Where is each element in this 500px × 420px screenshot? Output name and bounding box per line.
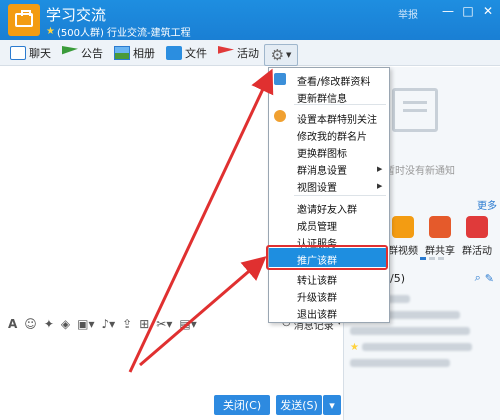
- profile-card-icon: [274, 73, 286, 85]
- close-button[interactable]: 关闭(C): [214, 395, 270, 415]
- tab-label: 文件: [185, 47, 207, 60]
- tab-announcement[interactable]: 公告: [62, 43, 103, 63]
- upload-icon[interactable]: ⇪: [122, 317, 132, 331]
- activity-flag-icon: [218, 46, 234, 54]
- report-link[interactable]: 举报: [398, 6, 418, 21]
- maximize-button[interactable]: □: [460, 4, 476, 18]
- menu-item-upgrade-group[interactable]: 升级该群: [297, 289, 337, 304]
- activity-icon: [466, 216, 488, 238]
- folder-icon: [166, 46, 182, 60]
- list-item[interactable]: [350, 326, 470, 337]
- announcement-icon: [62, 46, 78, 55]
- edit-icon[interactable]: ✎: [485, 272, 494, 285]
- music-icon[interactable]: ♪▾: [101, 317, 115, 331]
- submenu-arrow-icon: ▶: [377, 182, 383, 190]
- list-item[interactable]: ★: [350, 342, 473, 353]
- tab-label: 相册: [133, 47, 155, 60]
- font-icon[interactable]: A: [8, 317, 17, 331]
- attention-icon: [274, 110, 286, 122]
- more-tools-icon[interactable]: ▤▾: [179, 317, 196, 331]
- screenshot-icon[interactable]: ✂▾: [156, 317, 172, 331]
- settings-button[interactable]: ⚙ ▼: [264, 44, 298, 66]
- menu-item-edit-card[interactable]: 修改我的群名片: [297, 128, 367, 143]
- app-label: 群活动: [462, 246, 492, 257]
- list-item[interactable]: [350, 358, 450, 369]
- menu-item-member-management[interactable]: 成员管理: [297, 218, 337, 233]
- title-bar: 学习交流 ★ (500人群) 行业交流-建筑工程 举报 — □ ✕: [0, 0, 500, 40]
- tab-activity[interactable]: 活动: [218, 43, 259, 63]
- chat-icon: [10, 46, 26, 60]
- menu-item-change-icon[interactable]: 更换群图标: [297, 145, 347, 160]
- group-info: ★ (500人群) 行业交流-建筑工程: [46, 24, 191, 39]
- search-icon[interactable]: ⌕: [475, 271, 481, 285]
- app-group-activity[interactable]: 群活动: [457, 216, 497, 257]
- notice-board-icon: [392, 88, 438, 132]
- tab-label: 聊天: [29, 47, 51, 60]
- group-name: 学习交流: [46, 6, 107, 24]
- shake-icon[interactable]: ◈: [61, 317, 70, 331]
- minimize-button[interactable]: —: [440, 4, 456, 18]
- share-icon: [429, 216, 451, 238]
- app-label: 群视频: [388, 246, 418, 257]
- menu-item-message-settings[interactable]: 群消息设置: [297, 162, 347, 177]
- star-icon: ★: [46, 26, 55, 37]
- album-icon: [114, 46, 130, 60]
- menu-item-invite-friends[interactable]: 邀请好友入群: [297, 201, 357, 216]
- menu-item-quit-group[interactable]: 退出该群: [297, 306, 337, 321]
- tab-chat[interactable]: 聊天: [10, 43, 51, 63]
- emoji-icon[interactable]: ☺: [24, 317, 37, 331]
- app-label: 群共享: [425, 246, 455, 257]
- submenu-arrow-icon: ▶: [377, 165, 383, 173]
- tab-label: 活动: [237, 47, 259, 60]
- more-apps-link[interactable]: 更多: [477, 197, 497, 212]
- annotation-highlight-box: [266, 245, 388, 270]
- app-group-share[interactable]: 群共享: [420, 216, 460, 257]
- menu-item-special-attention[interactable]: 设置本群特别关注: [297, 111, 377, 126]
- menu-divider: [294, 104, 386, 105]
- close-window-button[interactable]: ✕: [480, 4, 496, 18]
- chevron-down-icon: ▼: [286, 51, 292, 59]
- magic-icon[interactable]: ✦: [44, 317, 54, 331]
- group-description: (500人群) 行业交流-建筑工程: [56, 28, 191, 39]
- video-icon: [392, 216, 414, 238]
- send-button[interactable]: 发送(S): [276, 395, 322, 415]
- no-notice-text: 暂时没有新通知: [385, 166, 455, 177]
- menu-item-update-info[interactable]: 更新群信息: [297, 90, 347, 105]
- menu-item-view-settings[interactable]: 视图设置: [297, 179, 337, 194]
- message-input[interactable]: [0, 336, 343, 390]
- members-count: /5): [390, 271, 405, 285]
- menu-divider: [294, 195, 386, 196]
- tab-files[interactable]: 文件: [166, 43, 207, 63]
- gear-icon: ⚙: [270, 45, 285, 64]
- group-toolbar: 聊天 公告 相册 文件 活动: [0, 40, 500, 66]
- send-options-button[interactable]: ▾: [323, 395, 341, 415]
- star-icon: ★: [350, 342, 359, 353]
- menu-item-view-edit-info[interactable]: 查看/修改群资料: [297, 73, 370, 88]
- tab-label: 公告: [81, 47, 103, 60]
- image-icon[interactable]: ▣▾: [77, 317, 94, 331]
- page-dots: [420, 257, 444, 260]
- tab-album[interactable]: 相册: [114, 43, 155, 63]
- briefcase-icon: [15, 10, 33, 27]
- menu-item-transfer-group[interactable]: 转让该群: [297, 272, 337, 287]
- group-avatar[interactable]: [8, 4, 40, 36]
- gift-icon[interactable]: ⊞: [139, 317, 149, 331]
